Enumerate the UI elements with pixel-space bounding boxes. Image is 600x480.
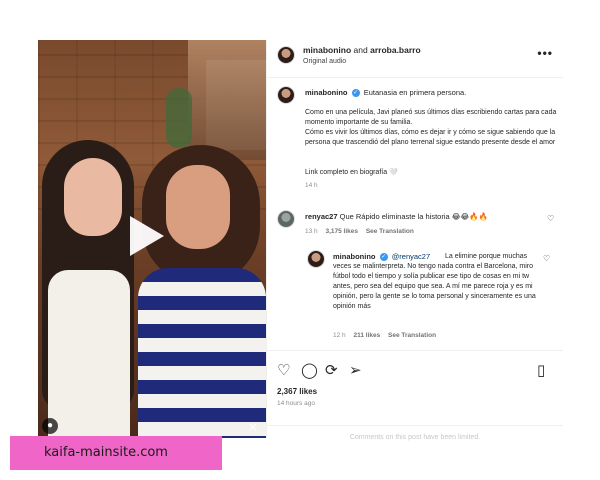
play-icon[interactable] bbox=[130, 216, 170, 256]
comment: renyac27 Que Rápido eliminaste la histor… bbox=[277, 210, 557, 244]
author-joiner: and bbox=[353, 45, 368, 55]
caption-first-line: Eutanasia en primera persona. bbox=[363, 88, 467, 97]
likes-count[interactable]: 2,367 likes bbox=[277, 387, 317, 396]
reply-text: La elimine porque muchas veces se malint… bbox=[333, 253, 536, 310]
comment-reply: minabonino ✓ @renyac27 La elimine porque… bbox=[307, 250, 553, 350]
comments-limited-notice: Comments on this post have been limited. bbox=[267, 425, 563, 451]
comment-meta: 13 h 3,175 likes See Translation bbox=[305, 228, 414, 235]
caption-author: minabonino ✓ Eutanasia en primera person… bbox=[305, 88, 467, 98]
see-translation-link[interactable]: See Translation bbox=[388, 332, 436, 339]
avatar[interactable] bbox=[277, 86, 295, 104]
post-video[interactable]: ● ⨯ bbox=[38, 40, 266, 438]
caption-paragraph: Como en una película, Javi planeó sus úl… bbox=[305, 109, 557, 126]
heart-icon[interactable]: ♡ bbox=[543, 254, 550, 263]
tagged-user-icon[interactable]: ● bbox=[42, 418, 58, 434]
mute-icon[interactable]: ⨯ bbox=[248, 420, 258, 434]
person-left-body bbox=[48, 270, 130, 438]
comment-username[interactable]: renyac27 bbox=[305, 212, 338, 221]
watermark-banner: kaifa-mainsite.com bbox=[10, 436, 222, 470]
comment-text: Que Rápido eliminaste la historia 😂😂🔥🔥 bbox=[339, 212, 488, 221]
caption-link-line: Link completo en biografía 🤍 bbox=[305, 169, 398, 176]
post-time[interactable]: 14 hours ago bbox=[277, 400, 315, 407]
share-icon[interactable]: ➢ bbox=[349, 361, 362, 379]
caption-paragraph: Cómo es vivir los últimos días, cómo es … bbox=[305, 129, 556, 146]
heart-icon[interactable]: ♡ bbox=[547, 214, 554, 223]
bookmark-icon[interactable]: ▯ bbox=[537, 361, 545, 379]
comment-body: renyac27 Que Rápido eliminaste la histor… bbox=[305, 212, 488, 221]
repost-icon[interactable]: ⟳ bbox=[325, 361, 338, 379]
verified-icon: ✓ bbox=[351, 89, 360, 98]
caption-username[interactable]: minabonino bbox=[305, 88, 348, 97]
reply-time[interactable]: 12 h bbox=[333, 332, 346, 339]
coauthor-link[interactable]: arroba.barro bbox=[370, 45, 421, 55]
avatar[interactable] bbox=[277, 46, 295, 64]
reply-likes[interactable]: 211 likes bbox=[353, 332, 380, 339]
post-actions: ♡ ◯ ⟳ ➢ ▯ 2,367 likes 14 hours ago Comme… bbox=[267, 350, 563, 441]
post-header: minabonino and arroba.barro Original aud… bbox=[267, 40, 563, 78]
person-left-face bbox=[64, 158, 122, 236]
caption-time[interactable]: 14 h bbox=[305, 182, 318, 189]
avatar[interactable] bbox=[307, 250, 325, 268]
post-authors: minabonino and arroba.barro bbox=[303, 45, 421, 55]
comment-likes[interactable]: 3,175 likes bbox=[325, 228, 358, 235]
author-link[interactable]: minabonino bbox=[303, 45, 351, 55]
person-right-striped-sweater bbox=[138, 268, 266, 438]
post-card: ● ⨯ minabonino and arroba.barro Original… bbox=[38, 40, 563, 441]
background-plant bbox=[166, 88, 192, 148]
see-translation-link[interactable]: See Translation bbox=[366, 228, 414, 235]
post-sidebar: minabonino and arroba.barro Original aud… bbox=[266, 40, 563, 441]
background-shelf bbox=[188, 40, 266, 160]
avatar[interactable] bbox=[277, 210, 295, 228]
comment-icon[interactable]: ◯ bbox=[301, 361, 318, 379]
reply-meta: 12 h 211 likes See Translation bbox=[333, 332, 436, 339]
comment-time[interactable]: 13 h bbox=[305, 228, 318, 235]
person-right-face bbox=[166, 165, 230, 249]
heart-icon[interactable]: ♡ bbox=[277, 361, 290, 379]
audio-label[interactable]: Original audio bbox=[303, 58, 346, 65]
more-icon[interactable]: ••• bbox=[537, 46, 553, 60]
